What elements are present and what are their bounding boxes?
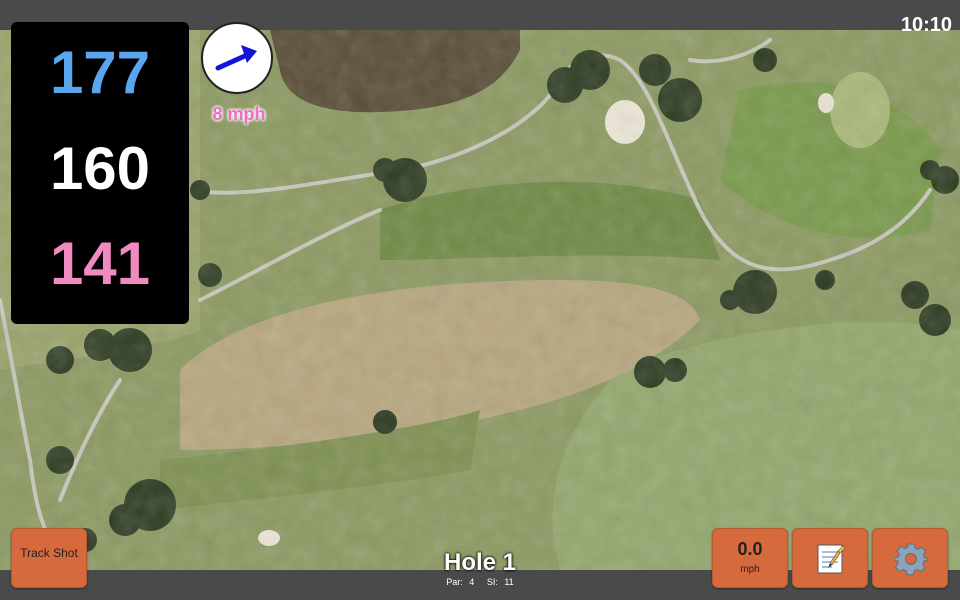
wind-speed: 8 mph: [212, 104, 266, 124]
front-distance: 141: [49, 230, 151, 297]
speed-value: 0.0: [737, 539, 763, 559]
notes-button[interactable]: [792, 528, 868, 588]
wind-indicator: [201, 22, 273, 94]
distance-panel: 177 160 141: [11, 22, 189, 324]
middle-distance: 160: [49, 135, 151, 202]
track-shot-button[interactable]: Track Shot: [11, 528, 87, 588]
hole-title: Hole 1: [443, 549, 517, 576]
hole-stroke-index: SI: 11: [486, 577, 514, 587]
track-shot-label: Track Shot: [20, 546, 78, 560]
gear-icon: [894, 543, 928, 576]
hole-info: Par: 4 SI: 11: [380, 577, 580, 587]
back-distance: 177: [49, 39, 151, 106]
settings-button[interactable]: [872, 528, 948, 588]
speed-unit: mph: [740, 564, 760, 575]
clock: 10:10: [900, 14, 952, 36]
hole-par: Par: 4: [446, 577, 475, 587]
wind-arrow-icon: [215, 45, 257, 71]
speed-button[interactable]: 0.0 mph: [712, 528, 788, 588]
memo-icon: [817, 544, 846, 574]
